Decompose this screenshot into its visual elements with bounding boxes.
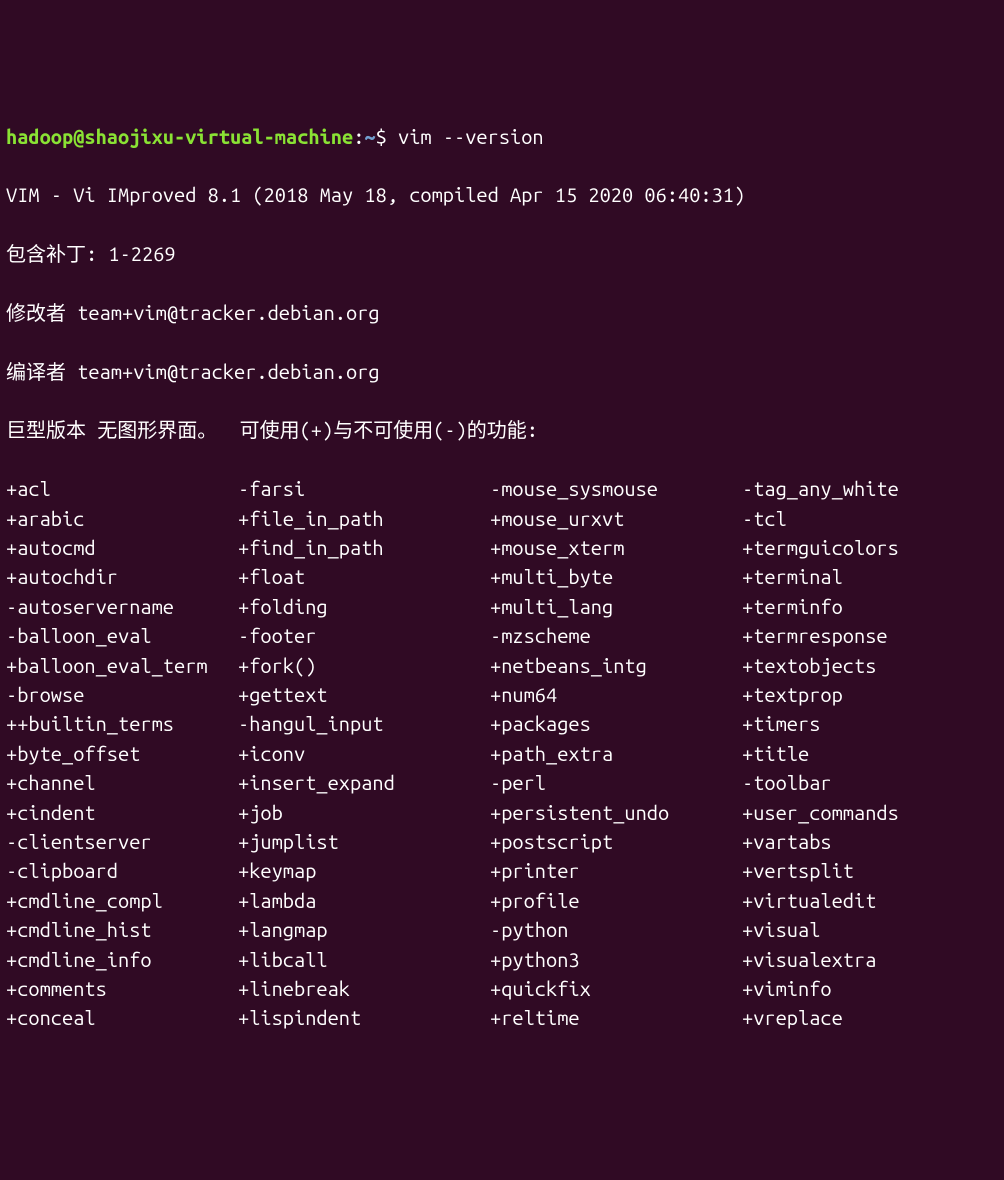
feature-item: -balloon_eval xyxy=(6,621,238,650)
feature-item: -footer xyxy=(238,621,490,650)
prompt-at: @ xyxy=(73,125,84,148)
feature-item: +job xyxy=(238,798,490,827)
feature-item: +vreplace xyxy=(742,1003,998,1032)
feature-item: -mzscheme xyxy=(490,621,742,650)
feature-item: +byte_offset xyxy=(6,739,238,768)
prompt-path: ~ xyxy=(364,125,375,148)
feature-item: +packages xyxy=(490,709,742,738)
feature-item: +reltime xyxy=(490,1003,742,1032)
feature-item: +postscript xyxy=(490,827,742,856)
feature-item: +cmdline_info xyxy=(6,945,238,974)
feature-item: -perl xyxy=(490,768,742,797)
feature-item: +vertsplit xyxy=(742,856,998,885)
features-col-4: -tag_any_white-tcl+termguicolors+termina… xyxy=(742,474,998,1032)
feature-item: +keymap xyxy=(238,856,490,885)
feature-item: +autochdir xyxy=(6,562,238,591)
feature-item: +balloon_eval_term xyxy=(6,651,238,680)
feature-item: +visual xyxy=(742,915,998,944)
feature-item: +multi_lang xyxy=(490,592,742,621)
feature-item: +terminfo xyxy=(742,592,998,621)
feature-item: +persistent_undo xyxy=(490,798,742,827)
feature-item: ++builtin_terms xyxy=(6,709,238,738)
feature-item: -clipboard xyxy=(6,856,238,885)
feature-item: +lambda xyxy=(238,886,490,915)
prompt-user: hadoop xyxy=(6,125,73,148)
feature-item: +mouse_xterm xyxy=(490,533,742,562)
feature-item: +python3 xyxy=(490,945,742,974)
feature-item: +file_in_path xyxy=(238,504,490,533)
feature-item: -farsi xyxy=(238,474,490,503)
feature-item: -mouse_sysmouse xyxy=(490,474,742,503)
feature-item: +virtualedit xyxy=(742,886,998,915)
feature-item: +langmap xyxy=(238,915,490,944)
feature-item: -clientserver xyxy=(6,827,238,856)
feature-item: +multi_byte xyxy=(490,562,742,591)
feature-item: +cmdline_hist xyxy=(6,915,238,944)
feature-item: +terminal xyxy=(742,562,998,591)
feature-item: +fork() xyxy=(238,651,490,680)
prompt-host: shaojixu-virtual-machine xyxy=(84,125,353,148)
prompt-sep1: : xyxy=(353,125,364,148)
feature-item: +gettext xyxy=(238,680,490,709)
feature-item: +autocmd xyxy=(6,533,238,562)
feature-item: +conceal xyxy=(6,1003,238,1032)
feature-item: -toolbar xyxy=(742,768,998,797)
feature-item: +termguicolors xyxy=(742,533,998,562)
command-text xyxy=(387,125,398,148)
feature-item: +insert_expand xyxy=(238,768,490,797)
features-col-2: -farsi+file_in_path+find_in_path+float+f… xyxy=(238,474,490,1032)
feature-item: +printer xyxy=(490,856,742,885)
features-header-line: 巨型版本 无图形界面。 可使用(+)与不可使用(-)的功能: xyxy=(6,415,998,444)
feature-item: +timers xyxy=(742,709,998,738)
feature-item: +linebreak xyxy=(238,974,490,1003)
feature-item: +termresponse xyxy=(742,621,998,650)
feature-item: -tag_any_white xyxy=(742,474,998,503)
prompt-sep2: $ xyxy=(376,125,387,148)
feature-item: +textprop xyxy=(742,680,998,709)
feature-item: +title xyxy=(742,739,998,768)
feature-item: +cindent xyxy=(6,798,238,827)
compiled-by-line: 编译者 team+vim@tracker.debian.org xyxy=(6,357,998,386)
feature-item: +lispindent xyxy=(238,1003,490,1032)
feature-item: +profile xyxy=(490,886,742,915)
feature-item: +cmdline_compl xyxy=(6,886,238,915)
features-col-3: -mouse_sysmouse+mouse_urxvt+mouse_xterm+… xyxy=(490,474,742,1032)
feature-item: +viminfo xyxy=(742,974,998,1003)
feature-item: +folding xyxy=(238,592,490,621)
feature-item: +mouse_urxvt xyxy=(490,504,742,533)
feature-item: +comments xyxy=(6,974,238,1003)
features-col-1: +acl+arabic+autocmd+autochdir-autoserver… xyxy=(6,474,238,1032)
command: vim --version xyxy=(398,125,544,148)
feature-item: +quickfix xyxy=(490,974,742,1003)
feature-item: +visualextra xyxy=(742,945,998,974)
feature-item: +iconv xyxy=(238,739,490,768)
feature-item: +netbeans_intg xyxy=(490,651,742,680)
patches-line: 包含补丁: 1-2269 xyxy=(6,239,998,268)
feature-item: +user_commands xyxy=(742,798,998,827)
features-columns: +acl+arabic+autocmd+autochdir-autoserver… xyxy=(6,474,998,1032)
feature-item: +jumplist xyxy=(238,827,490,856)
feature-item: +libcall xyxy=(238,945,490,974)
feature-item: +vartabs xyxy=(742,827,998,856)
vim-version-line: VIM - Vi IMproved 8.1 (2018 May 18, comp… xyxy=(6,180,998,209)
prompt-line[interactable]: hadoop@shaojixu-virtual-machine:~$ vim -… xyxy=(6,122,998,151)
feature-item: +channel xyxy=(6,768,238,797)
feature-item: -browse xyxy=(6,680,238,709)
feature-item: +textobjects xyxy=(742,651,998,680)
feature-item: -autoservername xyxy=(6,592,238,621)
feature-item: +path_extra xyxy=(490,739,742,768)
feature-item: +num64 xyxy=(490,680,742,709)
feature-item: -python xyxy=(490,915,742,944)
feature-item: +acl xyxy=(6,474,238,503)
feature-item: -hangul_input xyxy=(238,709,490,738)
modified-by-line: 修改者 team+vim@tracker.debian.org xyxy=(6,298,998,327)
feature-item: +arabic xyxy=(6,504,238,533)
feature-item: +find_in_path xyxy=(238,533,490,562)
feature-item: +float xyxy=(238,562,490,591)
feature-item: -tcl xyxy=(742,504,998,533)
